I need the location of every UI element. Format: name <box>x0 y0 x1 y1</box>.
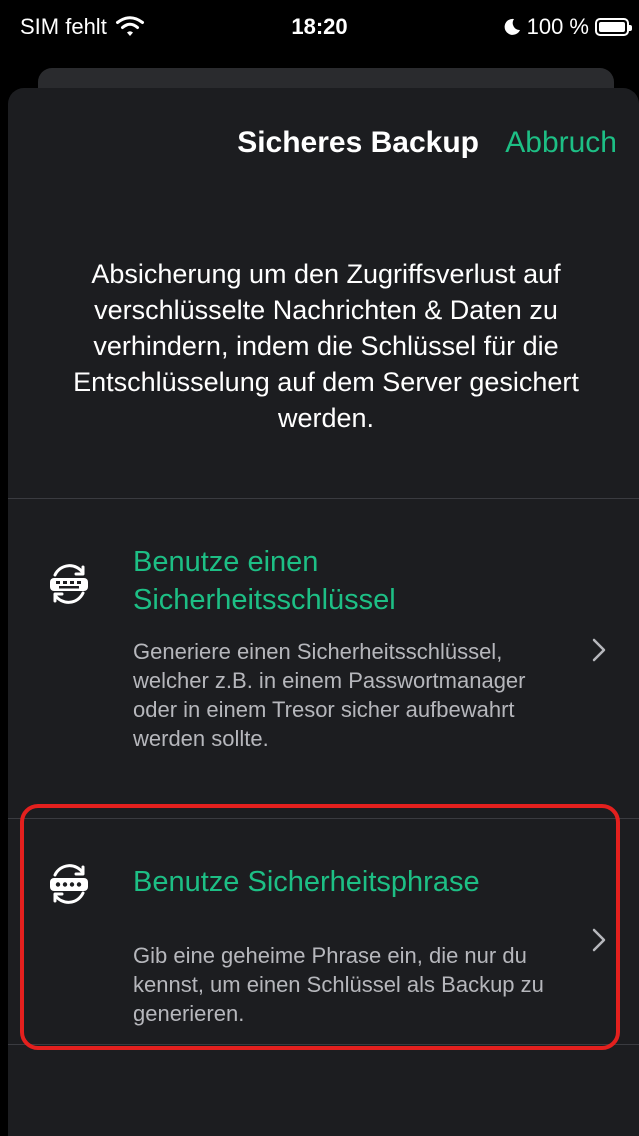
backup-description: Absicherung um den Zugriffsverlust auf v… <box>73 259 579 433</box>
option-description: Generiere einen Sicherheitsschlüssel, we… <box>133 639 526 751</box>
highlight-box <box>20 804 620 1050</box>
moon-icon <box>504 18 520 35</box>
battery-text: 100 % <box>526 14 589 39</box>
option-title: Benutze einen Sicherheitsschlüssel <box>133 546 396 616</box>
battery-icon <box>595 18 632 36</box>
cancel-button[interactable]: Abbruch <box>505 126 617 160</box>
status-bar: SIM fehlt 18:20 100 % <box>0 0 639 60</box>
status-right: 100 % <box>503 14 632 40</box>
page-title: Sicheres Backup <box>237 126 479 159</box>
security-key-icon <box>50 564 88 604</box>
chevron-right-icon <box>592 638 606 662</box>
option-security-key[interactable]: Benutze einen Sicherheitsschlüssel Gener… <box>8 499 639 819</box>
navigation-bar: Sicheres Backup Abbruch <box>8 88 639 198</box>
